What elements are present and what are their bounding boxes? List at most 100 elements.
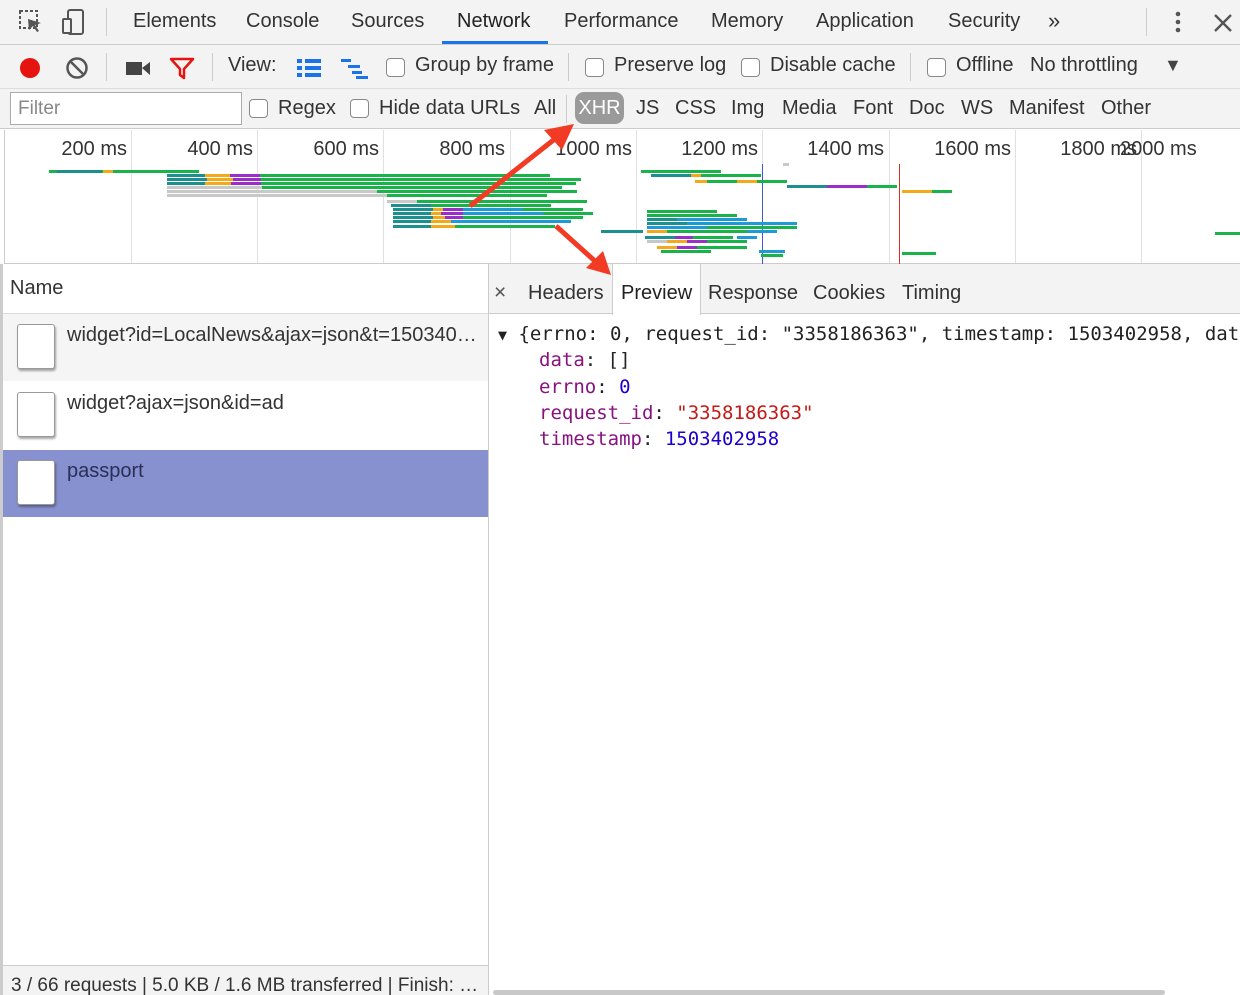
- waterfall-bar: [647, 240, 667, 243]
- waterfall-bar: [641, 170, 721, 173]
- tab-security[interactable]: Security: [948, 0, 1020, 45]
- request-row[interactable]: widget?ajax=json&id=ad: [3, 382, 488, 449]
- filter-type-manifest[interactable]: Manifest: [1009, 97, 1085, 120]
- divider: [1146, 8, 1147, 36]
- filter-type-other[interactable]: Other: [1101, 97, 1151, 120]
- request-row-selected[interactable]: passport: [3, 450, 488, 517]
- more-tabs-button[interactable]: »: [1048, 0, 1060, 45]
- waterfall-bar: [693, 236, 733, 239]
- group-by-frame-label: Group by frame: [415, 54, 554, 76]
- waterfall-bar: [463, 208, 523, 211]
- waterfall-bar: [932, 190, 952, 193]
- tab-console[interactable]: Console: [246, 0, 319, 45]
- tab-memory[interactable]: Memory: [711, 0, 783, 45]
- name-column-header[interactable]: Name: [3, 264, 488, 314]
- disable-cache-checkbox[interactable]: [741, 58, 760, 77]
- request-row[interactable]: widget?id=LocalNews&ajax=json&t=15034029…: [3, 314, 488, 381]
- tab-application[interactable]: Application: [816, 0, 914, 45]
- waterfall-bar: [647, 218, 677, 221]
- field-value: 0: [619, 376, 631, 398]
- waterfall-bar: [103, 170, 113, 173]
- waterfall-bar: [431, 220, 451, 223]
- expand-triangle-icon[interactable]: ▼: [498, 326, 507, 344]
- close-details-button[interactable]: ×: [494, 264, 506, 314]
- waterfall-bar: [431, 225, 455, 228]
- hide-data-urls-label: Hide data URLs: [379, 97, 521, 119]
- request-details-pane: [489, 264, 1240, 995]
- preserve-log-checkbox[interactable]: [585, 58, 604, 77]
- record-icon[interactable]: [17, 55, 43, 81]
- network-overview-timeline[interactable]: 200 ms 400 ms 600 ms 800 ms 1000 ms 1200…: [4, 130, 1240, 264]
- screenshot-camera-icon[interactable]: [124, 57, 152, 79]
- waterfall-bar: [393, 212, 431, 215]
- filter-type-img[interactable]: Img: [731, 97, 764, 120]
- offline-checkbox[interactable]: [927, 58, 946, 77]
- regex-checkbox[interactable]: [249, 99, 268, 118]
- hide-data-urls-checkbox[interactable]: [350, 99, 369, 118]
- tab-performance[interactable]: Performance: [564, 0, 679, 45]
- filter-icon[interactable]: [168, 55, 196, 81]
- tab-timing[interactable]: Timing: [902, 264, 961, 314]
- filter-type-font[interactable]: Font: [853, 97, 893, 120]
- waterfall-bar: [677, 246, 697, 249]
- waterfall-bar: [647, 214, 737, 217]
- filter-type-doc[interactable]: Doc: [909, 97, 945, 120]
- waterfall-bar: [657, 246, 677, 249]
- regex-label: Regex: [278, 97, 336, 119]
- tick-label: 1400 ms: [807, 138, 884, 160]
- waterfall-bar: [230, 174, 260, 177]
- kebab-menu-icon[interactable]: [1168, 10, 1188, 36]
- overview-waterfall-icon[interactable]: [340, 57, 370, 79]
- gridline: [889, 130, 890, 263]
- domcontentloaded-marker: [762, 164, 763, 264]
- close-icon[interactable]: [1212, 12, 1234, 34]
- waterfall-bar: [207, 178, 233, 181]
- waterfall-bar: [543, 212, 593, 215]
- details-tabbar: × Headers Preview Response Cookies Timin…: [489, 264, 1240, 315]
- filter-input[interactable]: [10, 92, 242, 125]
- waterfall-bar: [675, 236, 693, 239]
- throttling-dropdown-icon[interactable]: ▼: [1164, 55, 1182, 76]
- gridline: [1015, 130, 1016, 263]
- tab-cookies[interactable]: Cookies: [813, 264, 885, 314]
- tab-preview[interactable]: Preview: [612, 264, 702, 315]
- waterfall-bar: [57, 170, 102, 173]
- waterfall-bar: [601, 230, 643, 233]
- tab-sources[interactable]: Sources: [351, 0, 424, 45]
- preview-root-object[interactable]: ▼ {errno: 0, request_id: "3358186363", t…: [498, 323, 1240, 345]
- preview-field-timestamp: timestamp: 1503402958: [539, 428, 780, 450]
- filter-type-media[interactable]: Media: [782, 97, 836, 120]
- tick-label: 800 ms: [439, 138, 505, 160]
- tab-response[interactable]: Response: [708, 264, 798, 314]
- waterfall-bar: [661, 250, 711, 253]
- filter-type-all[interactable]: All: [534, 97, 556, 120]
- large-rows-icon[interactable]: [296, 57, 322, 79]
- tab-elements[interactable]: Elements: [133, 0, 216, 45]
- clear-icon[interactable]: [64, 55, 90, 81]
- waterfall-bar: [167, 190, 377, 193]
- tick-label: 400 ms: [187, 138, 253, 160]
- waterfall-bar: [902, 190, 932, 193]
- waterfall-bar: [431, 212, 441, 215]
- waterfall-bar: [443, 208, 463, 211]
- waterfall-bar: [707, 226, 797, 229]
- waterfall-bar: [441, 212, 463, 215]
- group-by-frame-checkbox[interactable]: [386, 58, 405, 77]
- waterfall-bar: [645, 236, 675, 239]
- horizontal-scrollbar[interactable]: [493, 990, 1165, 995]
- filter-type-js[interactable]: JS: [636, 97, 659, 120]
- filter-type-xhr[interactable]: XHR: [575, 92, 624, 124]
- device-toolbar-icon[interactable]: [60, 8, 88, 36]
- filter-type-css[interactable]: CSS: [675, 97, 716, 120]
- waterfall-bar: [261, 182, 576, 185]
- filter-type-ws[interactable]: WS: [961, 97, 993, 120]
- preview-field-data: data: []: [539, 349, 631, 371]
- throttling-select[interactable]: No throttling: [1030, 54, 1138, 77]
- divider: [568, 53, 569, 81]
- tab-headers[interactable]: Headers: [528, 264, 604, 314]
- waterfall-bar: [463, 216, 583, 219]
- tab-network[interactable]: Network: [457, 0, 530, 45]
- tick-label: 600 ms: [313, 138, 379, 160]
- field-value: "3358186363": [676, 402, 814, 424]
- inspect-element-icon[interactable]: [18, 9, 44, 35]
